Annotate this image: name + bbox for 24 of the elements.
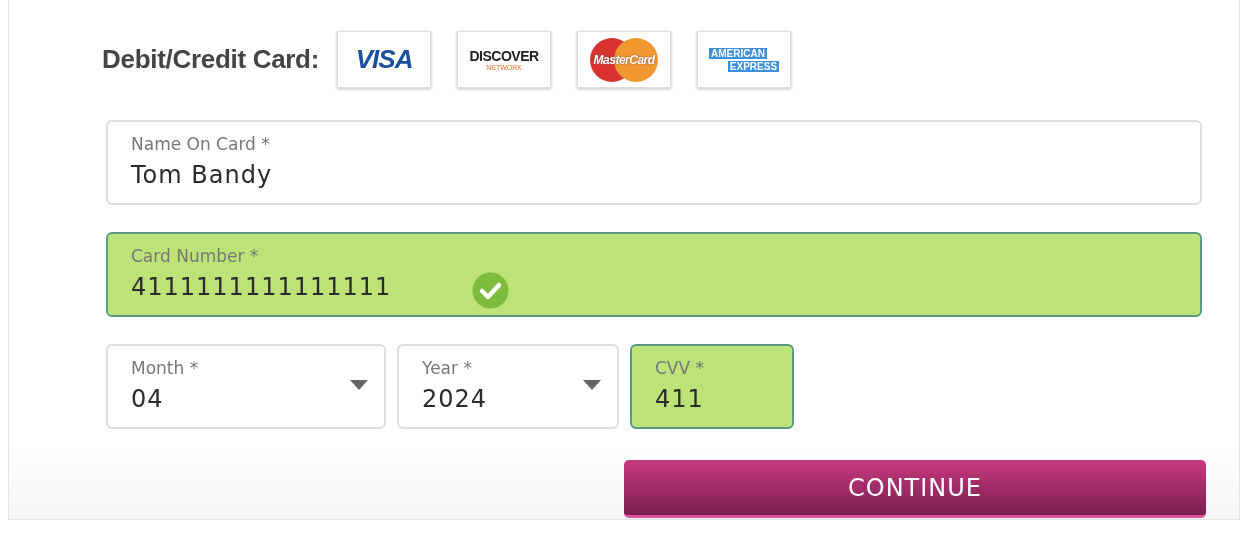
field-value: 4111111111111111 bbox=[131, 273, 392, 301]
field-label: Year * bbox=[422, 358, 472, 378]
field-label: CVV * bbox=[655, 358, 705, 378]
field-value: 04 bbox=[131, 385, 164, 413]
continue-button[interactable]: CONTINUE bbox=[624, 460, 1206, 518]
field-value: 2024 bbox=[422, 385, 488, 413]
input-field[interactable]: CVV * 411 bbox=[630, 344, 794, 429]
field-value: Tom Bandy bbox=[131, 161, 273, 189]
dropdown-field[interactable]: Month * 04 bbox=[106, 344, 386, 429]
logo-text: EXPRESS bbox=[727, 60, 780, 72]
dropdown-arrow-icon bbox=[350, 380, 368, 390]
field-label: Name On Card * bbox=[131, 134, 270, 154]
field-label: Card Number * bbox=[131, 246, 259, 266]
logo-text: VISA bbox=[355, 44, 413, 75]
logo-text: DISCOVER bbox=[469, 48, 539, 64]
field-value: 411 bbox=[655, 385, 704, 413]
input-field[interactable]: Name On Card * Tom Bandy bbox=[106, 120, 1202, 205]
logo-text: AMERICAN bbox=[709, 47, 767, 59]
field-label: Month * bbox=[131, 358, 199, 378]
dropdown-arrow-icon bbox=[583, 380, 601, 390]
dropdown-field[interactable]: Year * 2024 bbox=[397, 344, 619, 429]
input-field[interactable]: Card Number * 4111111111111111 bbox=[106, 232, 1202, 317]
section-heading: Debit/Credit Card: bbox=[102, 44, 320, 75]
logo-text: MasterCard bbox=[593, 52, 655, 67]
